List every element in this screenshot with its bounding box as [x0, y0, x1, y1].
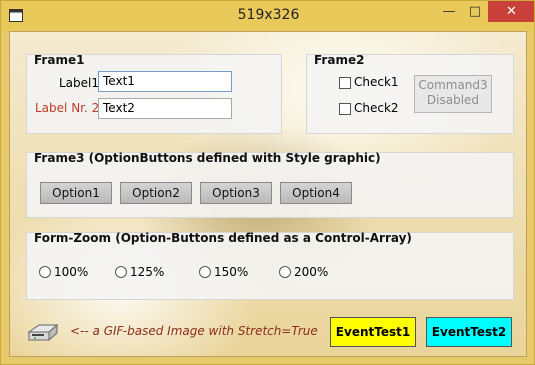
check2-checkbox[interactable]	[339, 103, 351, 115]
label1: Label1	[59, 76, 100, 90]
zoom-200-radio[interactable]	[279, 266, 291, 278]
label2: Label Nr. 2	[35, 101, 100, 115]
frame1: Frame1 Label1 Text1 Label Nr. 2 Text2	[26, 53, 282, 134]
zoom-frame-title: Form-Zoom (Option-Buttons defined as a C…	[34, 231, 412, 245]
frame2: Frame2 Check1 Check2 Command3 Disabled	[306, 53, 514, 134]
close-button[interactable]: ✕	[488, 1, 534, 22]
eventtest1-button[interactable]: EventTest1	[330, 317, 416, 347]
check2-label[interactable]: Check2	[354, 101, 399, 115]
maximize-button[interactable]: □	[462, 1, 488, 22]
app-window: 519x326 — □ ✕ Frame1 Label1 Text1 Label …	[0, 0, 535, 365]
text2-input[interactable]: Text2	[98, 98, 232, 119]
eventtest2-button[interactable]: EventTest2	[426, 317, 512, 347]
gif-caption: <-- a GIF-based Image with Stretch=True	[70, 324, 318, 338]
command3-label: Command3	[418, 78, 488, 92]
zoom-125-radio[interactable]	[115, 266, 127, 278]
option4-button[interactable]: Option4	[280, 182, 352, 204]
check1-label[interactable]: Check1	[354, 75, 399, 89]
zoom-100-label[interactable]: 100%	[54, 265, 88, 279]
command3-button: Command3 Disabled	[414, 75, 492, 113]
zoom-125-label[interactable]: 125%	[130, 265, 164, 279]
text1-input[interactable]: Text1	[98, 71, 232, 92]
frame3: Frame3 (OptionButtons defined with Style…	[26, 151, 514, 218]
zoom-150-radio[interactable]	[199, 266, 211, 278]
minimize-button[interactable]: —	[436, 1, 462, 22]
zoom-200-label[interactable]: 200%	[294, 265, 328, 279]
form-client-area: Frame1 Label1 Text1 Label Nr. 2 Text2 Fr…	[9, 31, 527, 357]
option1-button[interactable]: Option1	[40, 182, 112, 204]
zoom-100-radio[interactable]	[39, 266, 51, 278]
command3-state: Disabled	[426, 93, 480, 107]
option2-button[interactable]: Option2	[120, 182, 192, 204]
title-bar[interactable]: 519x326 — □ ✕	[1, 1, 534, 31]
check1-checkbox[interactable]	[339, 77, 351, 89]
zoom-150-label[interactable]: 150%	[214, 265, 248, 279]
zoom-frame: Form-Zoom (Option-Buttons defined as a C…	[26, 231, 514, 300]
frame1-title: Frame1	[34, 53, 85, 67]
option3-button[interactable]: Option3	[200, 182, 272, 204]
frame3-title: Frame3 (OptionButtons defined with Style…	[34, 151, 381, 165]
frame2-title: Frame2	[314, 53, 365, 67]
printer-icon	[27, 323, 59, 342]
